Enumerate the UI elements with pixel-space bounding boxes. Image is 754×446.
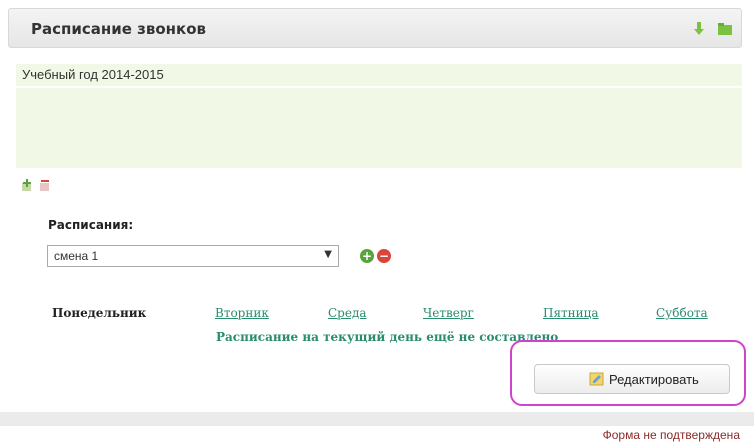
chevron-down-icon: ▼ [324, 249, 332, 260]
day-tab-friday[interactable]: Пятница [543, 306, 599, 320]
remove-doc-icon[interactable] [38, 178, 52, 192]
page-title: Расписание звонков [31, 20, 207, 38]
academic-year-label: Учебный год 2014-2015 [22, 67, 164, 82]
schedule-select[interactable]: смена 1 ▼ [47, 245, 339, 267]
schedules-label: Расписания: [48, 218, 134, 232]
year-content-area [16, 88, 742, 168]
form-status: Форма не подтверждена [602, 428, 740, 442]
add-doc-icon[interactable] [20, 178, 34, 192]
edit-button[interactable]: Редактировать [534, 364, 730, 394]
remove-schedule-button[interactable]: − [377, 249, 391, 263]
day-tab-monday[interactable]: Понедельник [52, 306, 146, 320]
download-icon[interactable] [691, 21, 707, 37]
no-schedule-message: Расписание на текущий день ещё не состав… [216, 330, 559, 344]
day-tab-tuesday[interactable]: Вторник [215, 306, 269, 320]
footer-band [0, 412, 754, 426]
folder-icon[interactable] [717, 21, 733, 37]
day-tab-thursday[interactable]: Четверг [423, 306, 474, 320]
schedule-select-value: смена 1 [54, 249, 99, 263]
day-tab-wednesday[interactable]: Среда [328, 306, 367, 320]
add-schedule-button[interactable]: + [360, 249, 374, 263]
day-tab-saturday[interactable]: Суббота [656, 306, 708, 320]
edit-button-label: Редактировать [609, 372, 699, 387]
panel-header: Расписание звонков [8, 8, 742, 48]
edit-note-icon [589, 372, 604, 386]
